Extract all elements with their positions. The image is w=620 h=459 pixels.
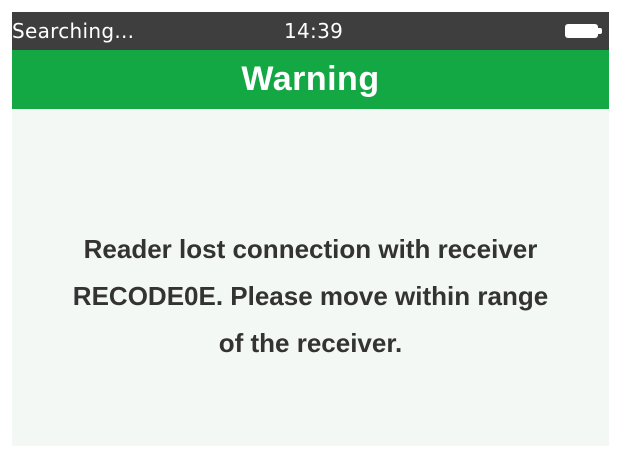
battery-full-icon (565, 24, 602, 38)
page-title: Warning (241, 60, 380, 98)
status-bar: Searching... 14:39 (12, 12, 609, 50)
warning-title-bar: Warning (12, 50, 609, 109)
battery-body (565, 24, 598, 38)
message-line: RECODE0E. Please move within range (72, 281, 549, 311)
clock-time: 14:39 (284, 19, 344, 43)
battery-tip (598, 28, 602, 34)
connection-status-text: Searching... (12, 19, 135, 43)
message-line: of the receiver. (218, 328, 403, 358)
device-screen: Searching... 14:39 Warning Reader lost c… (12, 12, 609, 446)
warning-message: Reader lost connection with receiver REC… (12, 226, 609, 367)
message-line: Reader lost connection with receiver (83, 234, 538, 264)
